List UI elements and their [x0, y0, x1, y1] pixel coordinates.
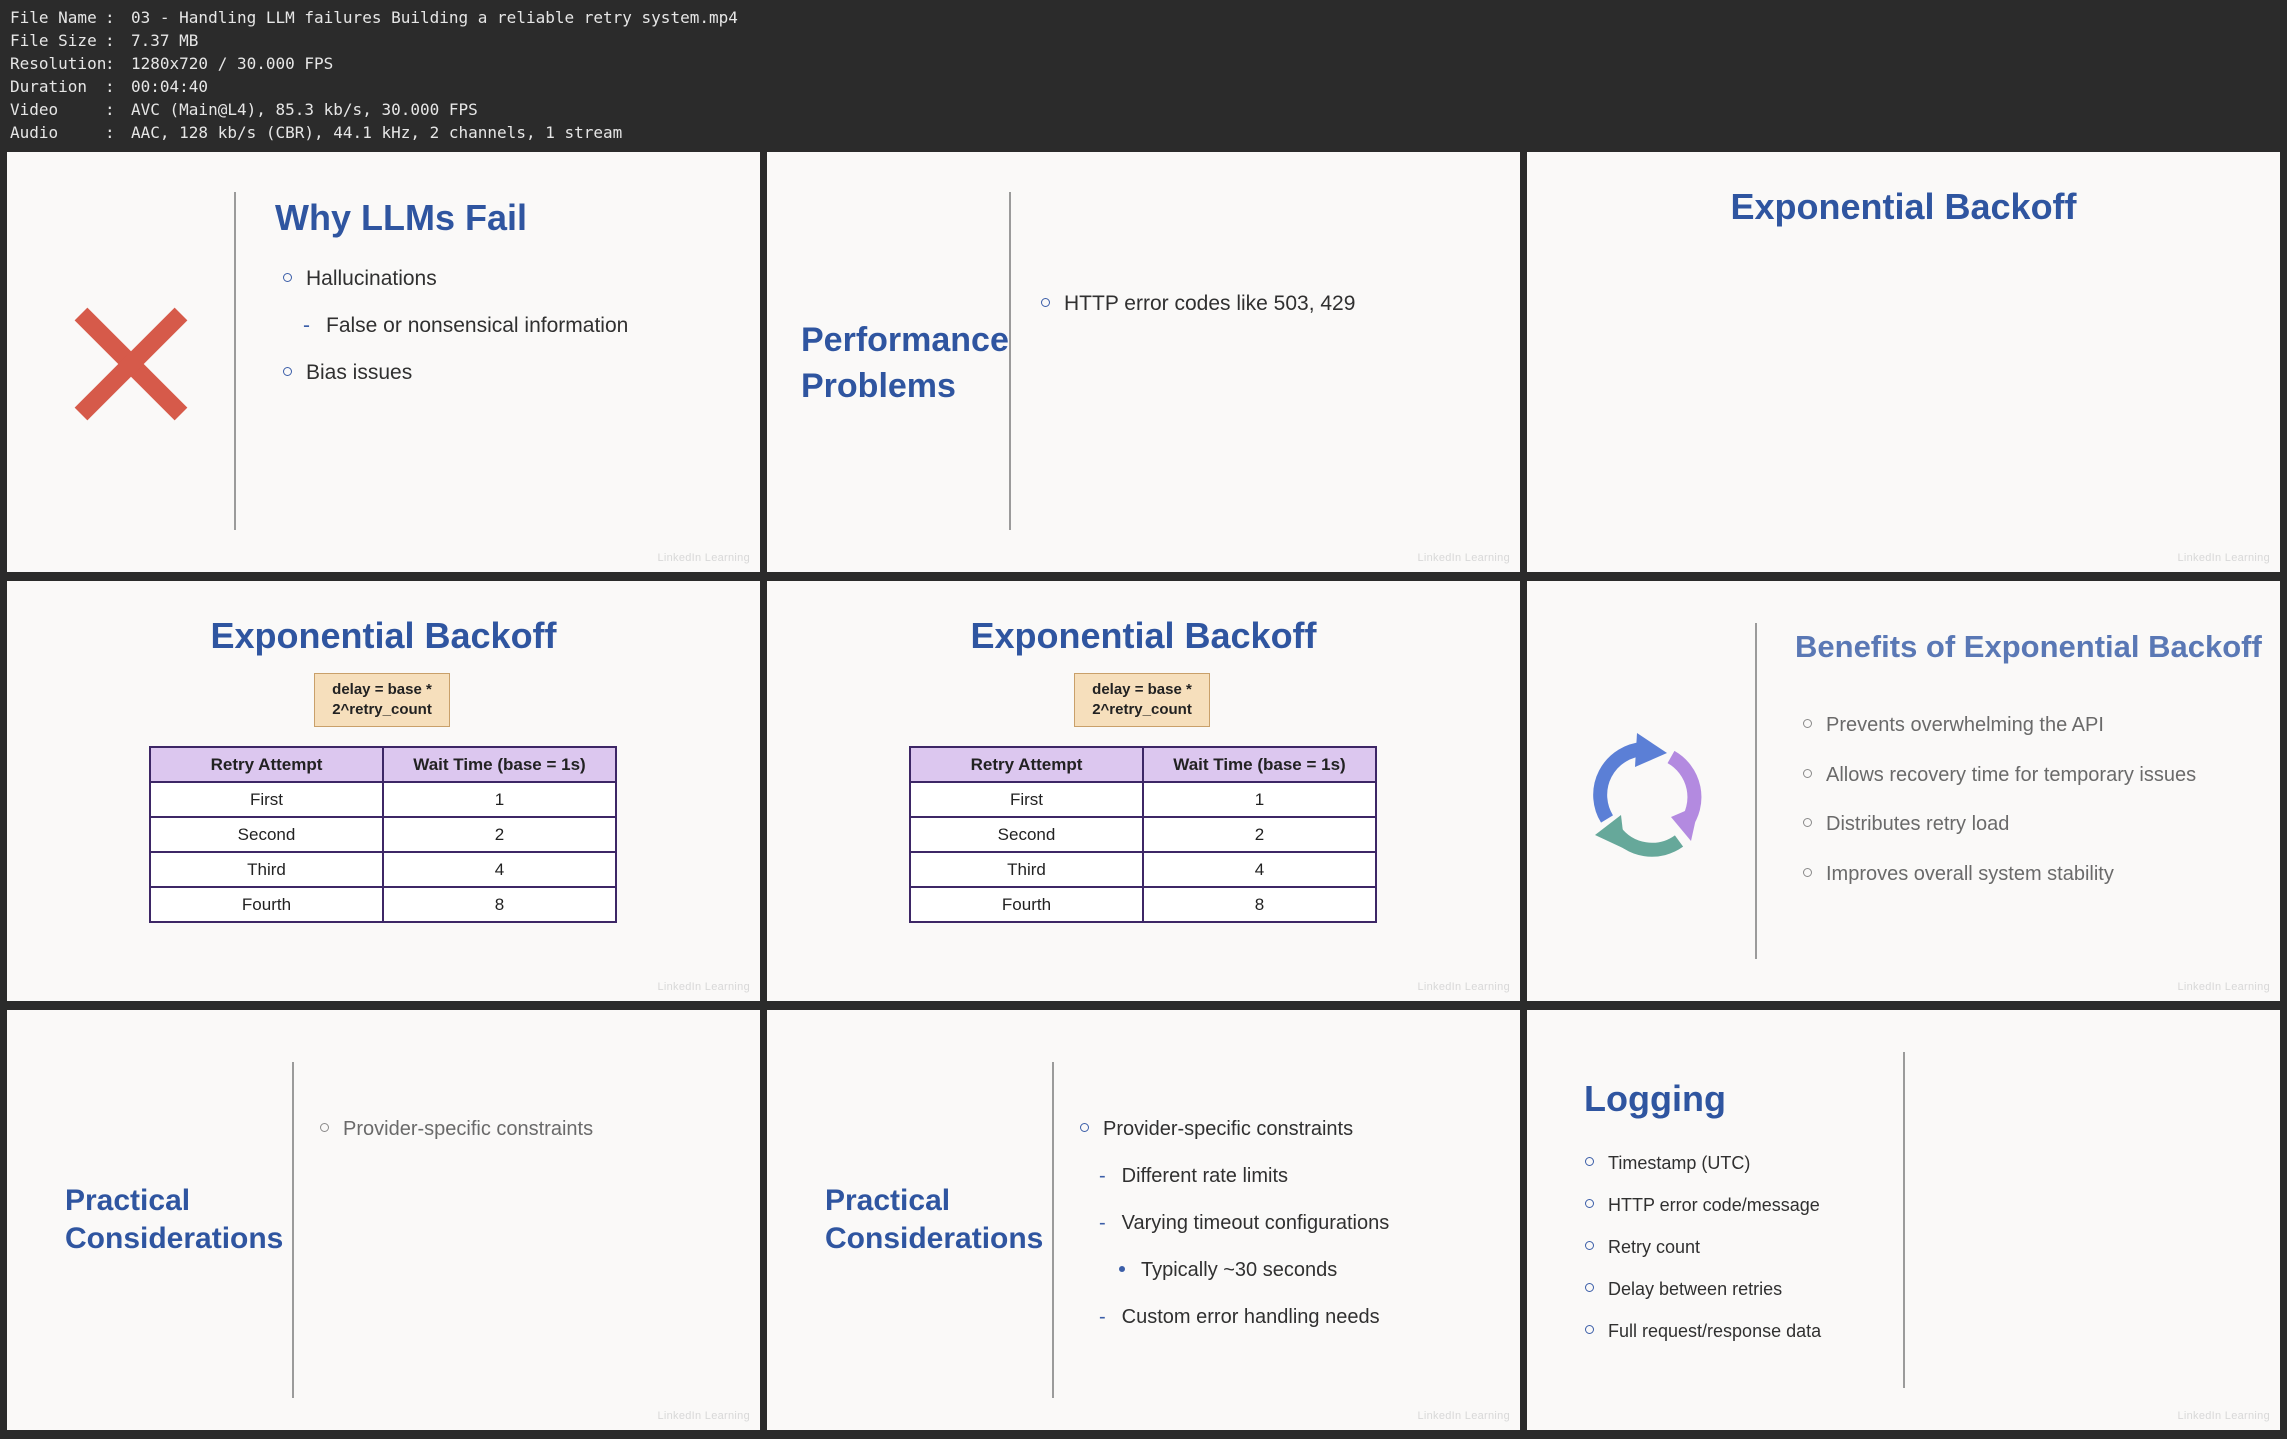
- thumbnail-practical-considerations-detail[interactable]: Practical Considerations Provider-specif…: [767, 1010, 1520, 1430]
- thumbnail-logging[interactable]: Logging Timestamp (UTC) HTTP error code/…: [1527, 1010, 2280, 1430]
- thumbnail-why-llms-fail[interactable]: Why LLMs Fail Hallucinations - False or n…: [7, 152, 760, 572]
- column-header: Wait Time (base = 1s): [382, 746, 617, 783]
- formula-box: delay = base * 2^retry_count: [314, 673, 450, 727]
- watermark: LinkedIn Learning: [657, 552, 750, 564]
- table-row: Fourth 8: [149, 886, 617, 923]
- slide-title: Why LLMs Fail: [275, 197, 527, 238]
- slide-title: Practical Considerations: [65, 1184, 284, 1255]
- bullet-item: Retry count: [1585, 1234, 1700, 1260]
- column-header: Wait Time (base = 1s): [1142, 746, 1377, 783]
- bullet-item: Provider-specific constraints: [1080, 1116, 1353, 1142]
- watermark: LinkedIn Learning: [1417, 1410, 1510, 1422]
- sub-sub-bullet-item: Typically ~30 seconds: [1119, 1257, 1337, 1283]
- table-row: First 1: [909, 781, 1377, 818]
- thumbnail-exponential-backoff-table[interactable]: Exponential Backoff delay = base * 2^ret…: [767, 581, 1520, 1001]
- bullet-item: Full request/response data: [1585, 1318, 1821, 1344]
- divider-line: [234, 192, 236, 530]
- retry-table: Retry Attempt Wait Time (base = 1s) Firs…: [909, 746, 1377, 923]
- table-row: Second 2: [149, 816, 617, 853]
- watermark: LinkedIn Learning: [1417, 552, 1510, 564]
- slide-title: Exponential Backoff: [970, 615, 1317, 656]
- table-row: First 1: [149, 781, 617, 818]
- file-info-row: Resolution:1280x720 / 30.000 FPS: [10, 54, 334, 73]
- column-header: Retry Attempt: [909, 746, 1144, 783]
- bullet-item: Improves overall system stability: [1803, 861, 2114, 887]
- table-row: Third 4: [149, 851, 617, 888]
- file-info-row: Duration:00:04:40: [10, 77, 209, 96]
- sub-bullet-item: - Custom error handling needs: [1099, 1306, 1380, 1328]
- bullet-item: Timestamp (UTC): [1585, 1150, 1750, 1176]
- formula-box: delay = base * 2^retry_count: [1074, 673, 1210, 727]
- thumbnail-practical-considerations[interactable]: Practical Considerations Provider-specif…: [7, 1010, 760, 1430]
- slide-title: Benefits of Exponential Backoff: [1795, 629, 2262, 664]
- bullet-item: Allows recovery time for temporary issue…: [1803, 762, 2196, 788]
- column-header: Retry Attempt: [149, 746, 384, 783]
- slide-title: Performance Problems: [801, 321, 1009, 405]
- divider-line: [1052, 1062, 1054, 1398]
- file-info-row: File Name:03 - Handling LLM failures Bui…: [10, 8, 738, 27]
- watermark: LinkedIn Learning: [1417, 981, 1510, 993]
- sub-bullet-item: - Varying timeout configurations: [1099, 1212, 1390, 1234]
- table-row: Fourth 8: [909, 886, 1377, 923]
- bullet-item: Provider-specific constraints: [320, 1116, 593, 1142]
- table-row: Second 2: [909, 816, 1377, 853]
- cycle-arrows-icon: [1593, 733, 1702, 857]
- file-info-row: File Size:7.37 MB: [10, 31, 199, 50]
- x-icon: [74, 307, 188, 421]
- watermark: LinkedIn Learning: [2177, 552, 2270, 564]
- divider-line: [1755, 623, 1757, 959]
- divider-line: [1009, 192, 1011, 530]
- watermark: LinkedIn Learning: [2177, 981, 2270, 993]
- divider-line: [1903, 1052, 1905, 1388]
- sub-bullet-item: - Different rate limits: [1099, 1165, 1289, 1187]
- slide-title: Logging: [1584, 1078, 1726, 1119]
- thumbnail-exponential-backoff-title[interactable]: Exponential Backoff LinkedIn Learning: [1527, 152, 2280, 572]
- bullet-item: HTTP error codes like 503, 429: [1041, 291, 1355, 317]
- thumbnail-performance-problems[interactable]: Performance Problems HTTP error codes li…: [767, 152, 1520, 572]
- file-info-panel: File Name:03 - Handling LLM failures Bui…: [10, 6, 738, 144]
- retry-table: Retry Attempt Wait Time (base = 1s) Firs…: [149, 746, 617, 923]
- file-info-row: Audio: AAC, 128 kb/s (CBR), 44.1 kHz, 2 c…: [10, 123, 623, 142]
- table-header-row: Retry Attempt Wait Time (base = 1s): [149, 746, 617, 783]
- bullet-item: Prevents overwhelming the API: [1803, 712, 2104, 738]
- table-row: Third 4: [909, 851, 1377, 888]
- watermark: LinkedIn Learning: [2177, 1410, 2270, 1422]
- bullet-item: Delay between retries: [1585, 1276, 1782, 1302]
- thumbnail-exponential-backoff-table[interactable]: Exponential Backoff delay = base * 2^ret…: [7, 581, 760, 1001]
- slide-title: Exponential Backoff: [210, 615, 557, 656]
- watermark: LinkedIn Learning: [657, 981, 750, 993]
- bullet-item: Hallucinations: [283, 266, 437, 292]
- bullet-item: Distributes retry load: [1803, 811, 2009, 837]
- bullet-item: HTTP error code/message: [1585, 1192, 1820, 1218]
- bullet-item: Bias issues: [283, 360, 412, 386]
- file-info-row: Video: AVC (Main@L4), 85.3 kb/s, 30.000 F…: [10, 100, 478, 119]
- thumbnail-benefits-exponential-backoff[interactable]: Benefits of Exponential Backoff Prevents…: [1527, 581, 2280, 1001]
- sub-bullet-item: - False or nonsensical information: [303, 314, 629, 337]
- table-header-row: Retry Attempt Wait Time (base = 1s): [909, 746, 1377, 783]
- watermark: LinkedIn Learning: [657, 1410, 750, 1422]
- divider-line: [292, 1062, 294, 1398]
- slide-title: Exponential Backoff: [1730, 186, 2077, 227]
- slide-title: Practical Considerations: [825, 1184, 1044, 1255]
